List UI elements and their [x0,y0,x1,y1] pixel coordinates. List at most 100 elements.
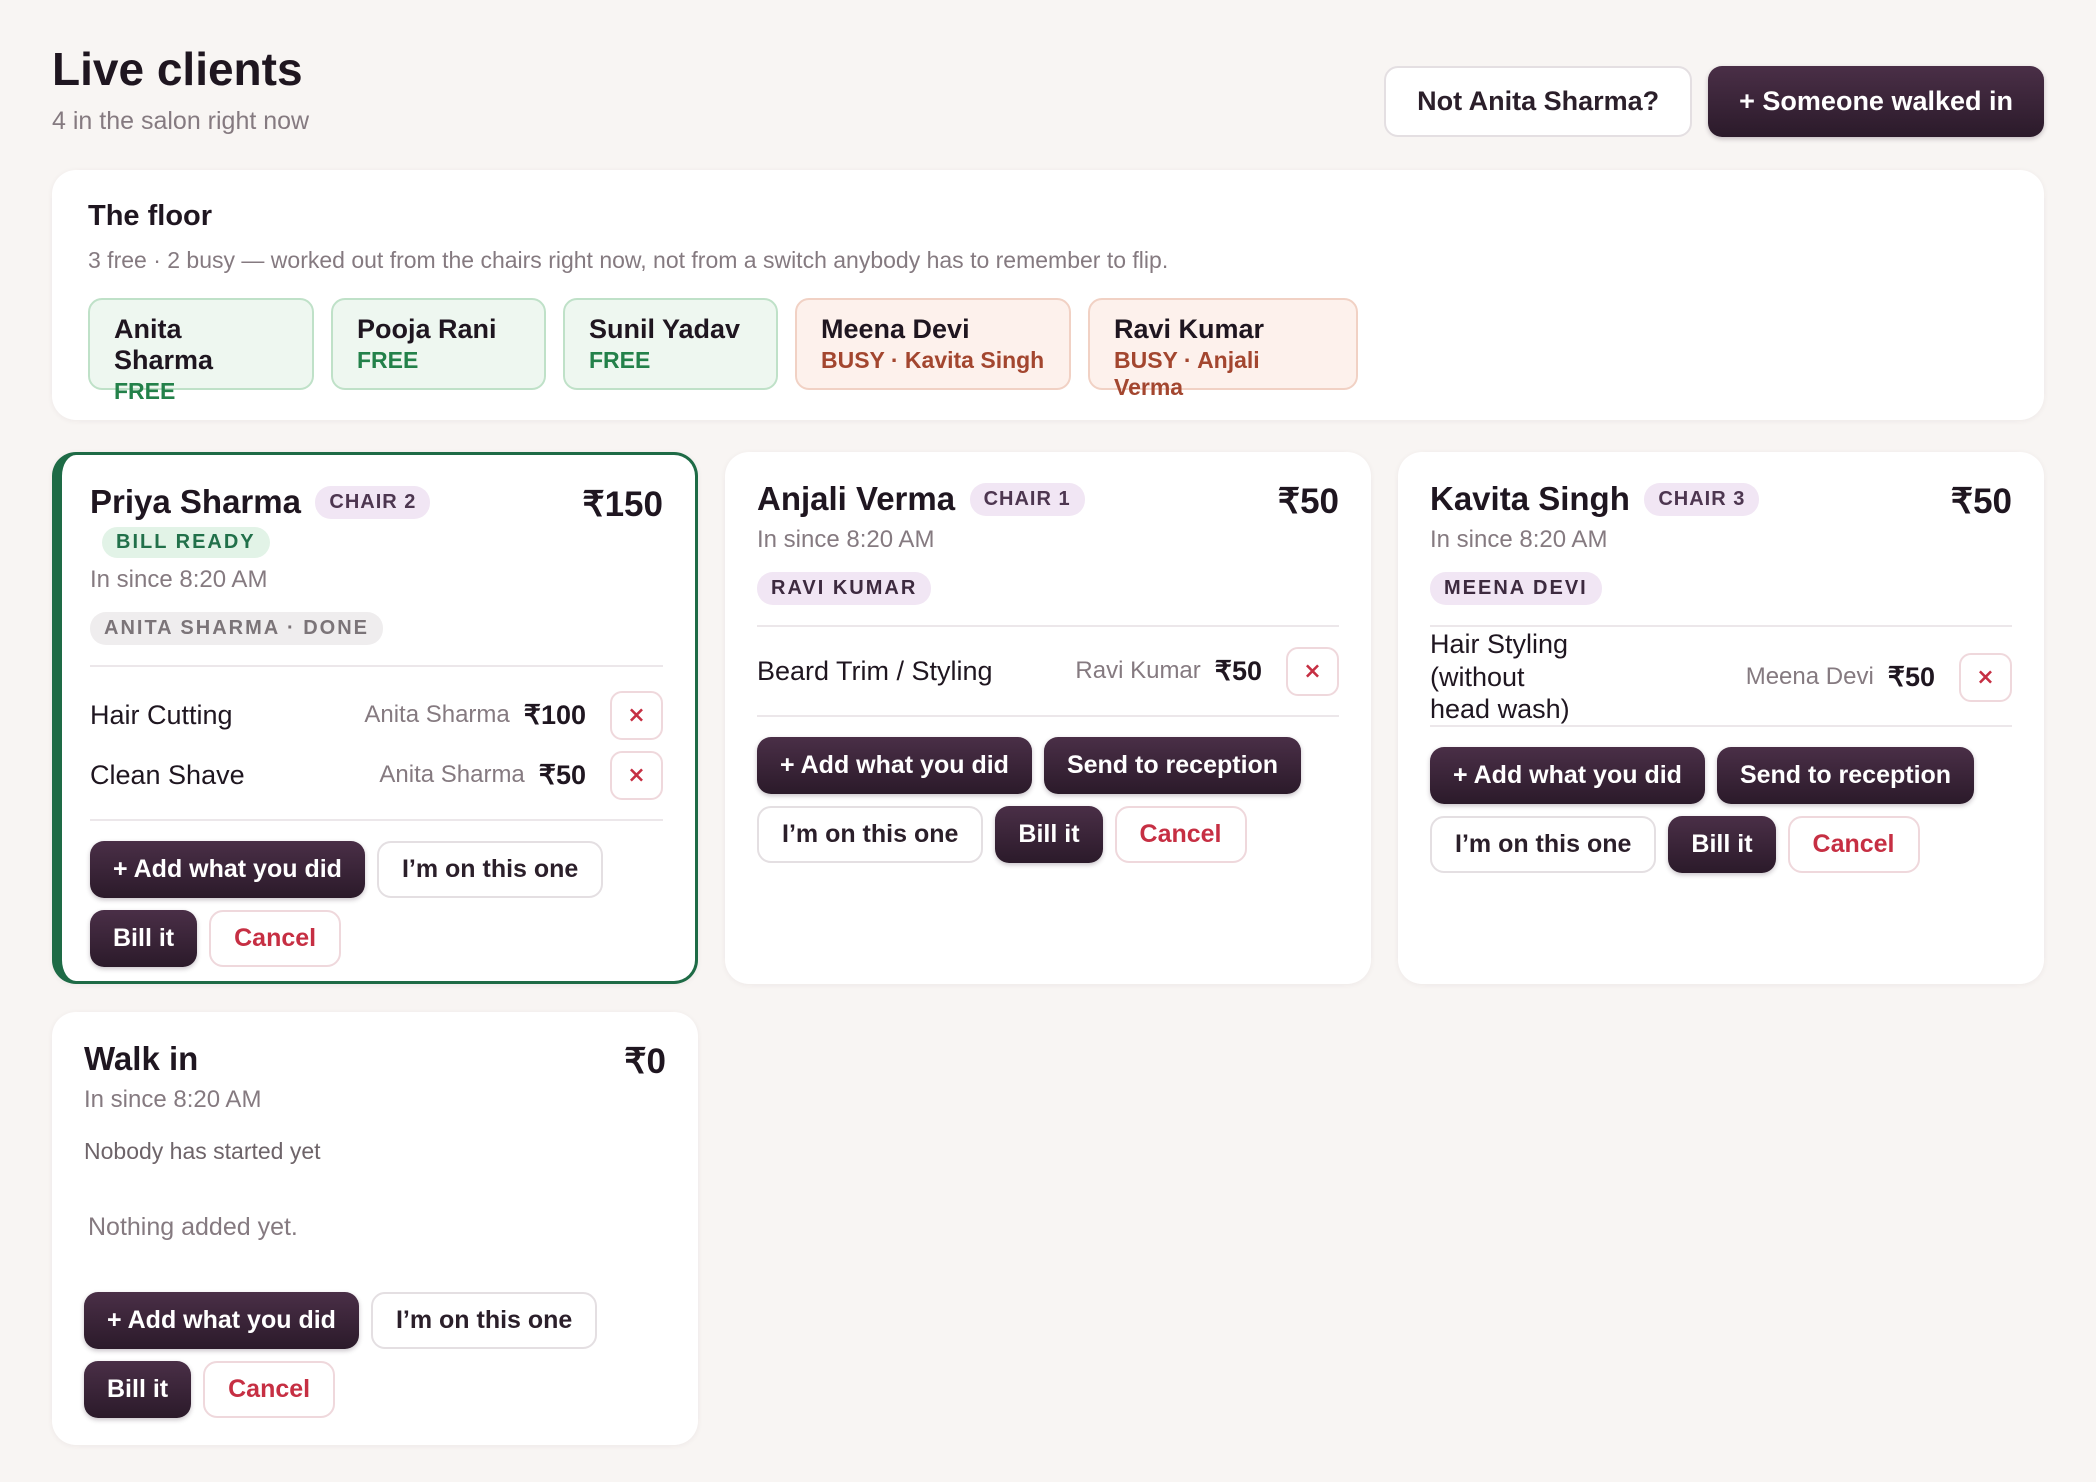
cancel-button[interactable]: Cancel [1787,816,1920,873]
service-stylist: Anita Sharma [364,701,510,728]
service-row: Hair Cutting Anita Sharma ₹100 × [90,685,663,745]
service-price: ₹50 [538,759,586,790]
add-service-button[interactable]: + Add what you did [84,1292,359,1349]
service-row: Clean Shave Anita Sharma ₹50 × [90,745,663,805]
cancel-button[interactable]: Cancel [1114,806,1247,863]
bill-ready-badge: BILL READY [102,527,270,558]
card-total: ₹150 [582,485,663,524]
since-time: In since 8:20 AM [1430,526,1608,553]
stylist-status: FREE [589,347,651,373]
claim-client-button[interactable]: I’m on this one [370,1292,598,1349]
stylist-chips: Anita Sharma FREE Pooja Rani FREE Sunil … [88,298,2008,404]
cancel-button[interactable]: Cancel [209,910,342,967]
client-card-priya-sharma: Priya Sharma CHAIR 2 ₹150 BILL READY In … [52,452,698,984]
stylist-name: Sunil Yadav [589,314,741,344]
stylist-status: FREE [114,378,176,404]
bill-it-button[interactable]: Bill it [995,806,1103,863]
add-service-button[interactable]: + Add what you did [757,737,1032,794]
service-name: Hair Cutting [90,699,233,730]
service-price: ₹100 [523,699,586,730]
service-row: Beard Trim / Styling Ravi Kumar ₹50 × [757,641,1339,701]
card-header: Kavita Singh CHAIR 3 ₹50 In since 8:20 A… [1430,480,2012,605]
stylist-status: BUSY · Anjali Verma [1114,347,1260,400]
service-stylist: Anita Sharma [379,761,525,788]
not-user-button[interactable]: Not Anita Sharma? [1384,66,1693,137]
stylist-chip-ravi-kumar: Ravi Kumar BUSY · Anjali Verma [1088,298,1358,400]
card-actions: + Add what you did I’m on this one Bill … [84,1292,666,1418]
cancel-button[interactable]: Cancel [203,1361,336,1418]
stylist-name: Meena Devi [821,314,970,344]
send-to-reception-button[interactable]: Send to reception [1716,747,1975,804]
bill-it-button[interactable]: Bill it [84,1361,192,1418]
since-time: In since 8:20 AM [90,566,268,593]
remove-service-button[interactable]: × [610,690,663,740]
remove-service-button[interactable]: × [610,750,663,800]
card-total: ₹50 [1277,482,1339,521]
chair-badge: CHAIR 1 [969,482,1085,516]
card-header: Priya Sharma CHAIR 2 ₹150 BILL READY In … [90,483,663,645]
floor-panel: The floor 3 free · 2 busy — worked out f… [52,170,2044,420]
live-clients-page: Live clients 4 in the salon right now No… [52,44,2044,1445]
card-total: ₹50 [1950,482,2012,521]
since-time: In since 8:20 AM [84,1086,262,1113]
chair-badge: CHAIR 2 [315,485,431,519]
card-actions: + Add what you did I’m on this one Bill … [90,841,663,967]
stylist-status: FREE [357,347,419,373]
since-time: In since 8:20 AM [757,526,935,553]
client-card-walk-in: Walk in ₹0 In since 8:20 AM Nobody has s… [52,1012,698,1445]
add-service-button[interactable]: + Add what you did [1430,747,1705,804]
client-name: Anjali Verma [757,480,956,517]
stylist-badge: ANITA SHARMA · DONE [90,612,384,645]
card-actions: + Add what you did Send to reception I’m… [757,737,1339,863]
divider [757,715,1339,717]
floor-subtitle: 3 free · 2 busy — worked out from the ch… [88,247,1169,273]
stylist-badge: RAVI KUMAR [757,572,932,605]
no-stylist-note: Nobody has started yet [84,1138,321,1164]
service-stylist: Ravi Kumar [1075,657,1201,684]
page-header: Live clients 4 in the salon right now No… [52,44,2044,154]
stylist-status: BUSY · Kavita Singh [821,347,1045,373]
floor-title: The floor [88,200,213,232]
claim-client-button[interactable]: I’m on this one [757,806,984,863]
service-name: Beard Trim / Styling [757,655,993,686]
stylist-chip-meena-devi: Meena Devi BUSY · Kavita Singh [795,298,1071,390]
stylist-chip-sunil-yadav: Sunil Yadav FREE [563,298,778,390]
client-name: Kavita Singh [1430,480,1630,517]
remove-service-button[interactable]: × [1959,652,2012,702]
header-actions: Not Anita Sharma? + Someone walked in [1384,66,2044,137]
service-name: Hair Styling (without head wash) [1430,629,1570,725]
card-header: Walk in ₹0 In since 8:20 AM Nobody has s… [84,1040,666,1165]
stylist-name: Ravi Kumar [1114,314,1265,344]
divider [90,819,663,821]
stylist-chip-pooja-rani: Pooja Rani FREE [331,298,546,390]
divider [757,625,1339,627]
service-name: Clean Shave [90,759,245,790]
empty-services-note: Nothing added yet. [88,1213,298,1241]
remove-service-button[interactable]: × [1286,646,1339,696]
service-price: ₹50 [1887,661,1935,692]
client-card-anjali-verma: Anjali Verma CHAIR 1 ₹50 In since 8:20 A… [725,452,1371,984]
claim-client-button[interactable]: I’m on this one [1430,816,1657,873]
client-card-kavita-singh: Kavita Singh CHAIR 3 ₹50 In since 8:20 A… [1398,452,2044,984]
claim-client-button[interactable]: I’m on this one [376,841,604,898]
someone-walked-in-button[interactable]: + Someone walked in [1708,66,2044,137]
card-actions: + Add what you did Send to reception I’m… [1430,747,2012,873]
client-name: Walk in [84,1040,199,1077]
card-total: ₹0 [624,1042,666,1081]
chair-badge: CHAIR 3 [1644,482,1760,516]
divider [1430,625,2012,627]
send-to-reception-button[interactable]: Send to reception [1043,737,1302,794]
card-header: Anjali Verma CHAIR 1 ₹50 In since 8:20 A… [757,480,1339,605]
stylist-name: Anita Sharma [114,314,214,375]
add-service-button[interactable]: + Add what you did [90,841,365,898]
stylist-badge: MEENA DEVI [1430,572,1602,605]
service-row: Hair Styling (without head wash) Meena D… [1430,629,2012,724]
stylist-name: Pooja Rani [357,314,497,344]
service-price: ₹50 [1214,655,1262,686]
bill-it-button[interactable]: Bill it [1668,816,1776,873]
service-stylist: Meena Devi [1745,663,1874,690]
divider [90,665,663,667]
stylist-chip-anita-sharma: Anita Sharma FREE [88,298,314,404]
client-name: Priya Sharma [90,483,301,520]
bill-it-button[interactable]: Bill it [90,910,198,967]
